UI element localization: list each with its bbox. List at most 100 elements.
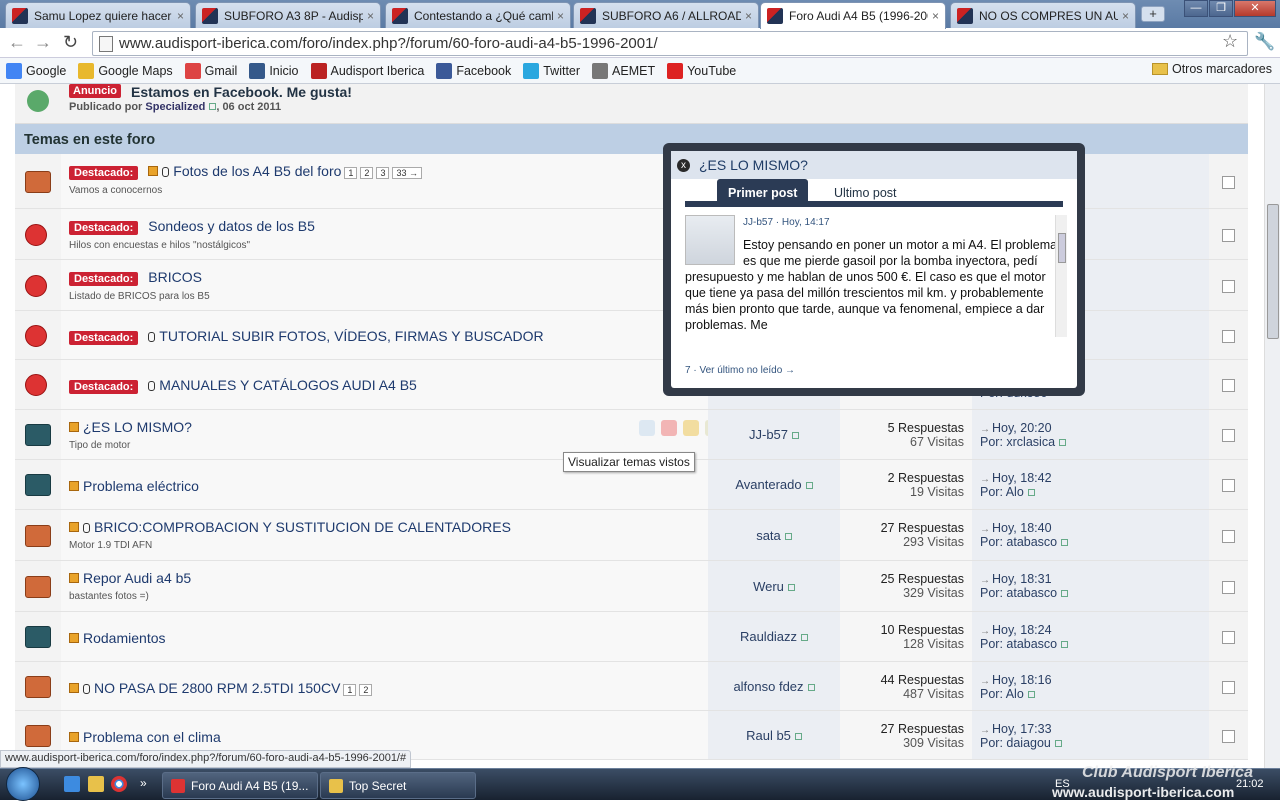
- bookmark-item[interactable]: Facebook: [436, 62, 511, 79]
- last-post-author[interactable]: Por: atabasco: [980, 535, 1057, 549]
- topic-title[interactable]: Problema eléctrico: [83, 478, 199, 494]
- topic-author[interactable]: Avanterado: [735, 477, 801, 492]
- bookmark-item[interactable]: Gmail: [184, 62, 237, 79]
- topic-title[interactable]: NO PASA DE 2800 RPM 2.5TDI 150CV: [94, 680, 340, 696]
- tab-close-icon[interactable]: ×: [932, 9, 939, 23]
- page-link[interactable]: 1: [343, 684, 357, 696]
- topic-title[interactable]: Repor Audi a4 b5: [83, 570, 191, 586]
- select-checkbox[interactable]: [1222, 429, 1235, 442]
- reload-icon[interactable]: ↻: [63, 32, 78, 52]
- last-post-time[interactable]: Hoy, 20:20: [992, 421, 1052, 435]
- topic-title[interactable]: BRICOS: [148, 269, 202, 285]
- star-icon[interactable]: [683, 420, 699, 436]
- topic-author[interactable]: alfonso fdez: [733, 679, 803, 694]
- minimize-button[interactable]: —: [1184, 0, 1208, 17]
- last-post-time[interactable]: Hoy, 18:24: [992, 623, 1052, 637]
- wrench-icon[interactable]: 🔧: [1254, 32, 1275, 52]
- last-post-time[interactable]: Hoy, 17:33: [992, 722, 1052, 736]
- tab-last-post[interactable]: Ultimo post: [823, 179, 908, 207]
- topic-author[interactable]: Rauldiazz: [740, 629, 797, 644]
- tab-close-icon[interactable]: ×: [745, 9, 752, 23]
- bookmark-item[interactable]: Twitter: [523, 62, 580, 79]
- topic-author[interactable]: sata: [756, 528, 781, 543]
- topic-title[interactable]: Sondeos y datos de los B5: [148, 218, 315, 234]
- post-author[interactable]: JJ-b57: [743, 217, 773, 228]
- explorer-icon[interactable]: [88, 776, 104, 792]
- topic-title[interactable]: TUTORIAL SUBIR FOTOS, VÍDEOS, FIRMAS Y B…: [159, 328, 543, 344]
- start-button[interactable]: [6, 767, 40, 801]
- tab-close-icon[interactable]: ×: [367, 9, 374, 23]
- select-checkbox[interactable]: [1222, 280, 1235, 293]
- select-checkbox[interactable]: [1222, 681, 1235, 694]
- bookmark-item[interactable]: Google: [6, 62, 66, 79]
- select-checkbox[interactable]: [1222, 730, 1235, 743]
- select-checkbox[interactable]: [1222, 330, 1235, 343]
- unread-link[interactable]: 7 · Ver último no leído →: [685, 365, 795, 376]
- page-link[interactable]: 33 →: [392, 167, 422, 179]
- close-window-button[interactable]: ✕: [1234, 0, 1276, 17]
- select-checkbox[interactable]: [1222, 479, 1235, 492]
- preview-icon[interactable]: [639, 420, 655, 436]
- topic-title[interactable]: BRICO:COMPROBACION Y SUSTITUCION DE CALE…: [94, 519, 511, 535]
- star-icon[interactable]: ☆: [1222, 31, 1238, 52]
- select-checkbox[interactable]: [1222, 631, 1235, 644]
- popup-close-icon[interactable]: x: [677, 158, 690, 172]
- last-post-time[interactable]: Hoy, 18:40: [992, 521, 1052, 535]
- last-post-time[interactable]: Hoy, 18:31: [992, 572, 1052, 586]
- browser-tab[interactable]: SUBFORO A6 / ALLROAD (×: [573, 2, 759, 28]
- maximize-button[interactable]: ❐: [1209, 0, 1233, 17]
- announcement-title[interactable]: Estamos en Facebook. Me gusta!: [131, 84, 352, 100]
- browser-tab[interactable]: Samu Lopez quiere hacer u ×: [5, 2, 191, 28]
- tab-close-icon[interactable]: ×: [177, 9, 184, 23]
- tab-close-icon[interactable]: ×: [557, 9, 564, 23]
- topic-title[interactable]: MANUALES Y CATÁLOGOS AUDI A4 B5: [159, 377, 417, 393]
- media-player-icon[interactable]: [64, 776, 80, 792]
- last-post-time[interactable]: Hoy, 18:16: [992, 673, 1052, 687]
- back-icon[interactable]: ←: [8, 32, 26, 52]
- block-icon[interactable]: [661, 420, 677, 436]
- new-tab-button[interactable]: +: [1141, 6, 1165, 22]
- chrome-icon[interactable]: [111, 776, 127, 792]
- last-post-author[interactable]: Por: xrclasica: [980, 435, 1055, 449]
- popup-scrollbar[interactable]: [1055, 215, 1067, 337]
- browser-tab[interactable]: SUBFORO A3 8P - Audispo ×: [195, 2, 381, 28]
- last-post-author[interactable]: Por: Alo: [980, 485, 1024, 499]
- last-post-author[interactable]: Por: atabasco: [980, 586, 1057, 600]
- overflow-chevron-icon[interactable]: »: [140, 776, 147, 790]
- bookmark-item[interactable]: YouTube: [667, 62, 736, 79]
- bookmark-item[interactable]: Inicio: [249, 62, 299, 79]
- page-link[interactable]: 1: [344, 167, 358, 179]
- topic-title[interactable]: Problema con el clima: [83, 729, 221, 745]
- other-bookmarks[interactable]: Otros marcadores: [1151, 62, 1272, 76]
- topic-author[interactable]: Weru: [753, 579, 784, 594]
- topic-title[interactable]: Fotos de los A4 B5 del foro: [173, 163, 341, 179]
- tab-close-icon[interactable]: ×: [1122, 9, 1129, 23]
- bookmark-item[interactable]: Audisport Iberica: [310, 62, 424, 79]
- popup-scroll-thumb[interactable]: [1058, 233, 1066, 263]
- browser-tab[interactable]: Contestando a ¿Qué camb ×: [385, 2, 571, 28]
- browser-tab[interactable]: Foro Audi A4 B5 (1996-200 ×: [760, 2, 946, 29]
- select-checkbox[interactable]: [1222, 379, 1235, 392]
- taskbar-item[interactable]: Foro Audi A4 B5 (19...: [162, 772, 318, 799]
- topic-title[interactable]: Rodamientos: [83, 630, 166, 646]
- browser-tab[interactable]: NO OS COMPRES UN AUD ×: [950, 2, 1136, 28]
- topic-author[interactable]: Raul b5: [746, 728, 791, 743]
- last-post-author[interactable]: Por: Alo: [980, 687, 1024, 701]
- last-post-author[interactable]: Por: daiagou: [980, 736, 1051, 750]
- page-link[interactable]: 3: [376, 167, 390, 179]
- topic-author[interactable]: JJ-b57: [749, 427, 788, 442]
- page-scrollbar[interactable]: [1264, 84, 1280, 776]
- page-link[interactable]: 2: [359, 684, 373, 696]
- bookmark-item[interactable]: AEMET: [592, 62, 655, 79]
- page-scroll-thumb[interactable]: [1267, 204, 1279, 339]
- select-checkbox[interactable]: [1222, 229, 1235, 242]
- address-bar[interactable]: www.audisport-iberica.com/foro/index.php…: [92, 31, 1248, 56]
- topic-title[interactable]: ¿ES LO MISMO?: [83, 419, 192, 435]
- bookmark-item[interactable]: Google Maps: [78, 62, 173, 79]
- page-link[interactable]: 2: [360, 167, 374, 179]
- announcement-author[interactable]: Specialized: [145, 101, 205, 113]
- select-checkbox[interactable]: [1222, 530, 1235, 543]
- last-post-author[interactable]: Por: atabasco: [980, 637, 1057, 651]
- forward-icon[interactable]: →: [34, 32, 52, 52]
- select-checkbox[interactable]: [1222, 176, 1235, 189]
